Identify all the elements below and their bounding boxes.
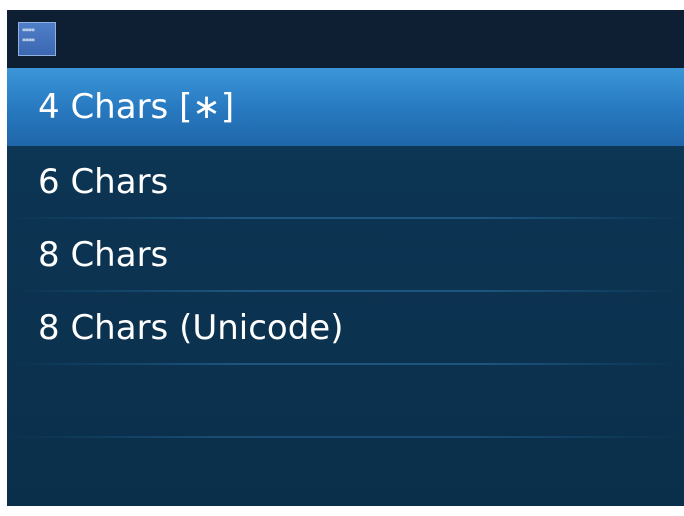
menu-item-label: 8 Chars	[38, 235, 169, 275]
menu-item-label: 6 Chars	[38, 162, 169, 202]
menu-item-8-chars[interactable]: 8 Chars	[7, 219, 684, 292]
menu-item-label: 8 Chars (Unicode)	[38, 308, 344, 348]
menu-empty-row	[7, 365, 684, 438]
password-stars-icon: **** ****	[18, 22, 56, 56]
menu-item-6-chars[interactable]: 6 Chars	[7, 146, 684, 219]
options-menu: 4 Chars [∗] 6 Chars 8 Chars 8 Chars (Uni…	[7, 68, 684, 438]
menu-item-4-chars[interactable]: 4 Chars [∗]	[7, 68, 684, 146]
menu-item-label: 4 Chars [∗]	[38, 87, 235, 127]
divider	[7, 436, 684, 438]
title-bar: **** ****	[7, 10, 684, 68]
screen: **** **** 4 Chars [∗] 6 Chars 8 Chars 8 …	[7, 10, 684, 506]
menu-item-8-chars-unicode[interactable]: 8 Chars (Unicode)	[7, 292, 684, 365]
